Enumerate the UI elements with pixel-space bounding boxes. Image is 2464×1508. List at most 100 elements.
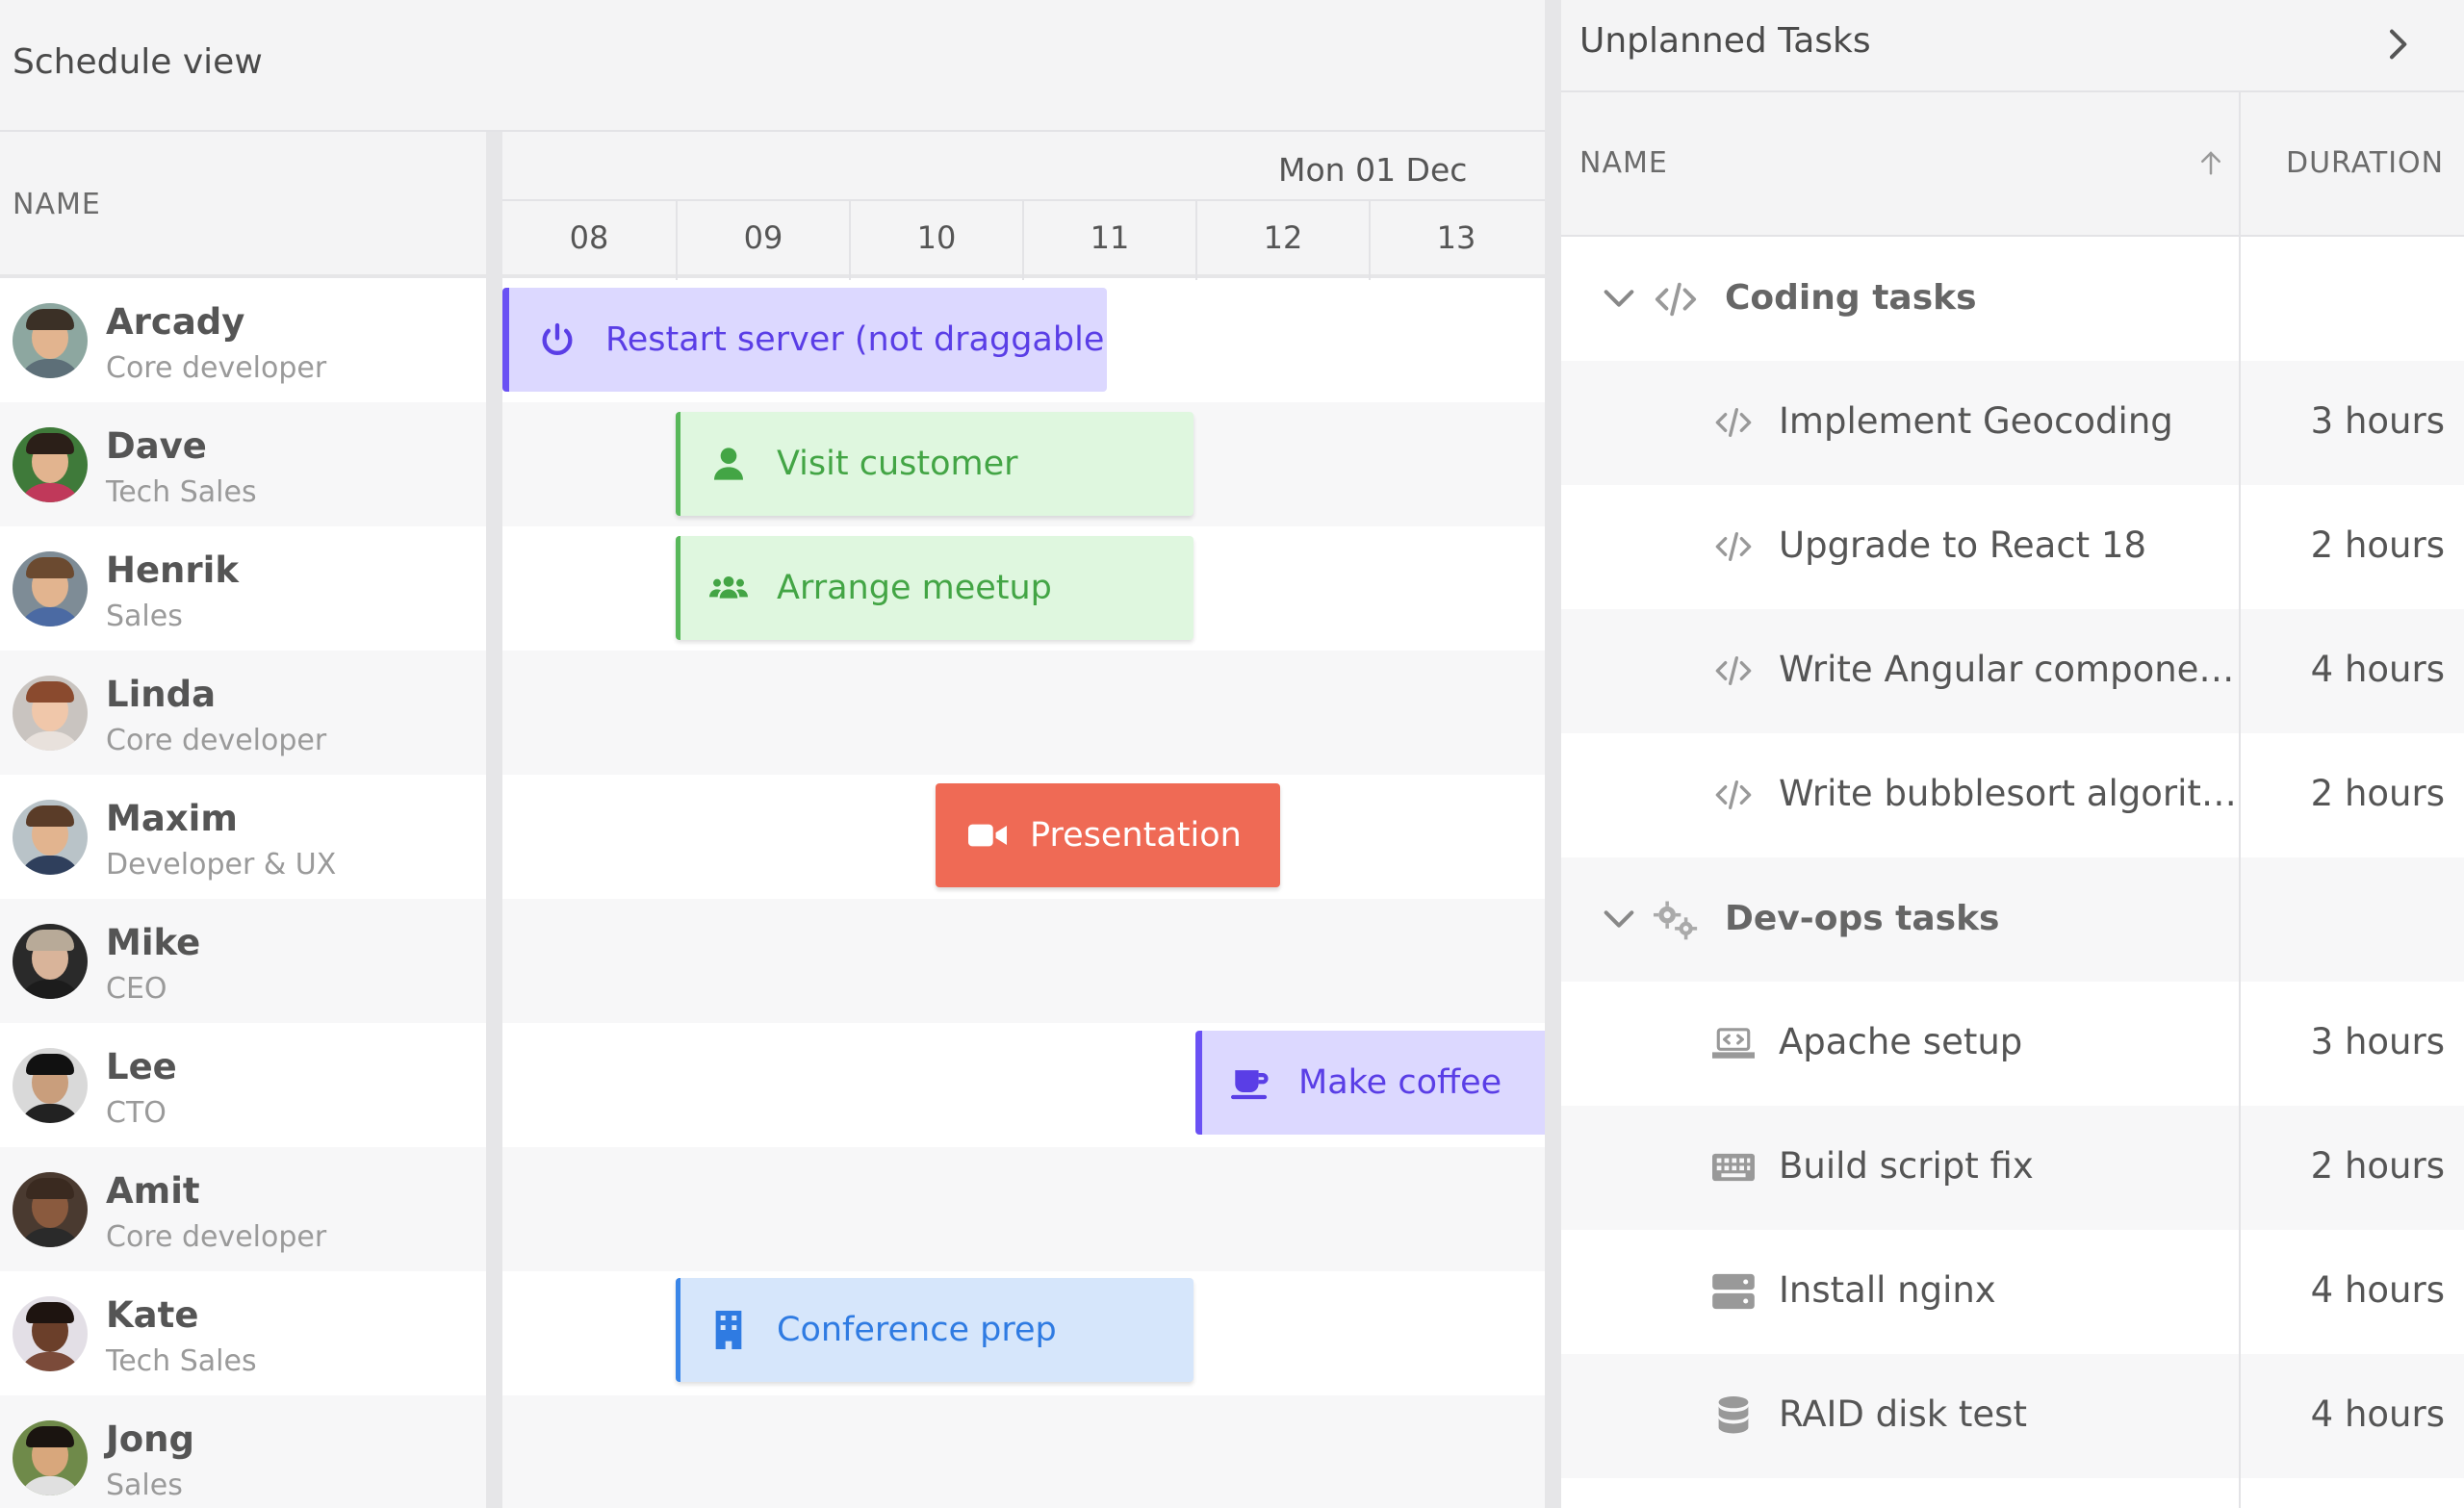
resource-name: Linda: [106, 674, 217, 715]
building-icon: [715, 1311, 742, 1349]
server-icon: [1712, 1273, 1755, 1310]
hour-ticks: 08 09 10 11 12 13: [502, 199, 1545, 280]
resource-name: Arcady: [106, 301, 245, 343]
timeline-row: [502, 651, 1545, 775]
resource-row[interactable]: Lee CTO: [0, 1023, 486, 1147]
event-label: Make coffee: [1298, 1063, 1502, 1102]
resource-column: NAME Arcady Core developer Dave Tech Sal…: [0, 132, 486, 1508]
scheduler-app: Schedule view NAME Arcady Core developer…: [0, 0, 2464, 1508]
task-duration: 2 hours: [2310, 524, 2445, 566]
avatar: [13, 303, 88, 378]
task-duration: 2 hours: [2310, 1145, 2445, 1187]
avatar: [13, 1048, 88, 1123]
keyboard-icon: [1712, 1153, 1755, 1182]
resource-name: Dave: [106, 425, 207, 467]
task-row[interactable]: Implement Geocoding 3 hours: [1561, 361, 2464, 485]
task-duration: 4 hours: [2310, 1393, 2445, 1435]
resource-row[interactable]: Dave Tech Sales: [0, 402, 486, 526]
event-make-coffee[interactable]: Make coffee: [1195, 1031, 1545, 1135]
hour-tick: 13: [1369, 201, 1542, 280]
resource-column-header[interactable]: NAME: [0, 132, 486, 278]
hour-tick: 08: [569, 219, 609, 256]
avatar: [13, 1420, 88, 1495]
task-name: Implement Geocoding: [1779, 400, 2173, 442]
schedule-title: Schedule view: [13, 42, 263, 82]
task-name: Write Angular compone…: [1779, 649, 2235, 690]
group-label: Coding tasks: [1725, 278, 1977, 318]
chevron-down-icon[interactable]: [1600, 900, 1638, 938]
resource-row[interactable]: Linda Core developer: [0, 651, 486, 775]
avatar: [13, 427, 88, 502]
group-row-coding[interactable]: Coding tasks: [1561, 237, 2464, 361]
schedule-panel: Schedule view NAME Arcady Core developer…: [0, 0, 1545, 1508]
resource-name: Mike: [106, 922, 201, 963]
task-duration: 4 hours: [2310, 649, 2445, 690]
event-visit-customer[interactable]: Visit customer: [676, 412, 1194, 516]
panel-splitter[interactable]: [1545, 0, 1561, 1508]
avatar: [13, 1296, 88, 1371]
event-label: Restart server (not draggable): [605, 320, 1107, 359]
event-label: Visit customer: [777, 445, 1018, 483]
unplanned-header: Unplanned Tasks: [1561, 0, 2464, 92]
hour-tick: 09: [676, 201, 849, 280]
duration-column-header[interactable]: DURATION: [2286, 146, 2444, 180]
group-label: Dev-ops tasks: [1725, 899, 2000, 938]
event-conference-prep[interactable]: Conference prep: [676, 1278, 1194, 1382]
chevron-down-icon[interactable]: [1600, 279, 1638, 318]
task-row[interactable]: Apache setup 3 hours: [1561, 982, 2464, 1106]
resource-role: Developer & UX: [106, 848, 337, 882]
task-duration: 3 hours: [2310, 400, 2445, 442]
resource-role: Core developer: [106, 1220, 327, 1254]
resource-row[interactable]: Jong Sales: [0, 1395, 486, 1508]
name-header-label: NAME: [13, 188, 101, 221]
resource-row[interactable]: Henrik Sales: [0, 526, 486, 651]
resource-name: Jong: [106, 1419, 195, 1460]
event-label: Conference prep: [777, 1311, 1057, 1349]
task-row[interactable]: Write Angular compone… 4 hours: [1561, 609, 2464, 733]
code-icon: [1715, 408, 1752, 437]
task-row[interactable]: Install nginx 4 hours: [1561, 1230, 2464, 1354]
resource-row[interactable]: Maxim Developer & UX: [0, 775, 486, 899]
task-row[interactable]: Write bubblesort algorit… 2 hours: [1561, 733, 2464, 857]
resource-row[interactable]: Amit Core developer: [0, 1147, 486, 1271]
avatar: [13, 800, 88, 875]
column-separator: [2239, 92, 2241, 1508]
name-column-header[interactable]: NAME: [1579, 146, 1668, 180]
timeline-header: Mon 01 Dec 08 09 10 11 12 13: [502, 132, 1545, 280]
timeline-row: [502, 1395, 1545, 1508]
avatar: [13, 1172, 88, 1247]
event-restart-server[interactable]: Restart server (not draggable): [502, 288, 1107, 392]
coffee-icon: [1231, 1070, 1269, 1100]
group-row-devops[interactable]: Dev-ops tasks: [1561, 857, 2464, 982]
resource-role: CTO: [106, 1096, 167, 1130]
resource-role: CEO: [106, 972, 167, 1006]
resource-role: Core developer: [106, 724, 327, 757]
column-splitter[interactable]: [486, 132, 502, 1508]
resource-role: Core developer: [106, 351, 327, 385]
resource-role: Sales: [106, 600, 183, 633]
resource-row[interactable]: Arcady Core developer: [0, 278, 486, 402]
avatar: [13, 551, 88, 626]
code-icon: [1715, 532, 1752, 561]
task-duration: 4 hours: [2310, 1269, 2445, 1311]
resource-name: Lee: [106, 1046, 177, 1087]
code-icon: [1655, 282, 1697, 317]
resource-row[interactable]: Mike CEO: [0, 899, 486, 1023]
hour-tick: 12: [1195, 201, 1369, 280]
resource-row[interactable]: Kate Tech Sales: [0, 1271, 486, 1395]
event-presentation[interactable]: Presentation: [936, 783, 1280, 887]
event-label: Presentation: [1030, 816, 1242, 855]
event-arrange-meetup[interactable]: Arrange meetup: [676, 536, 1194, 640]
resource-name: Kate: [106, 1294, 199, 1336]
event-label: Arrange meetup: [777, 569, 1052, 607]
unplanned-title: Unplanned Tasks: [1579, 21, 1871, 61]
sort-ascending-icon[interactable]: [2196, 148, 2225, 177]
schedule-header: Schedule view: [0, 0, 1545, 132]
task-row[interactable]: RAID disk test 4 hours: [1561, 1354, 2464, 1478]
chevron-right-icon[interactable]: [2377, 25, 2416, 64]
task-name: Apache setup: [1779, 1021, 2023, 1062]
avatar: [13, 676, 88, 751]
task-row[interactable]: Build script fix 2 hours: [1561, 1106, 2464, 1230]
task-row[interactable]: Upgrade to React 18 2 hours: [1561, 485, 2464, 609]
timeline-date: Mon 01 Dec: [1278, 151, 1468, 189]
